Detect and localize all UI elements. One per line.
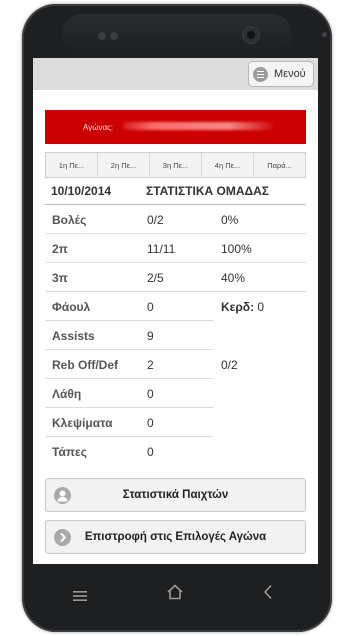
stat-value: 0	[147, 300, 154, 314]
stat-label: 3π	[52, 271, 68, 285]
stat-label: Κλεψίματα	[52, 416, 113, 430]
proximity-sensor	[322, 32, 327, 37]
stat-row-turnovers: Λάθη 0	[45, 379, 306, 408]
player-stats-button[interactable]: Στατιστικά Παιχτών	[45, 478, 306, 512]
stat-row-assists: Assists 9	[45, 321, 306, 350]
match-banner: Αγώνας:	[45, 110, 306, 144]
fouls-won-label: Κερδ:	[221, 300, 255, 314]
stat-value: 0/2	[147, 213, 164, 227]
tab-period-1[interactable]: 1η Πε...	[46, 153, 98, 177]
match-name-redacted	[123, 122, 273, 130]
stat-label: Reb Off/Def	[52, 358, 118, 372]
stat-value: 0	[147, 387, 154, 401]
stat-row-2pt: 2π 11/11 100%	[45, 234, 306, 263]
stat-row-free-throws: Βολές 0/2 0%	[45, 205, 306, 234]
android-nav-bar	[33, 572, 318, 620]
back-label: Επιστροφή στις Επιλογές Αγώνα	[84, 531, 267, 543]
stat-extra: 40%	[221, 271, 246, 285]
tab-period-3[interactable]: 3η Πε...	[150, 153, 202, 177]
app-screen: Μενού Αγώνας: 1η Πε... 2η Πε... 3η Πε...…	[33, 58, 318, 564]
tab-overtime[interactable]: Παρά...	[254, 153, 305, 177]
back-to-match-options-button[interactable]: Επιστροφή στις Επιλογές Αγώνα	[45, 520, 306, 554]
menu-lines-icon[interactable]	[73, 586, 87, 607]
stat-extra: 100%	[221, 242, 252, 256]
stat-value: 2/5	[147, 271, 164, 285]
back-arrow-icon[interactable]	[263, 584, 273, 605]
stat-row-3pt: 3π 2/5 40%	[45, 263, 306, 292]
front-camera	[244, 28, 258, 42]
speaker-dot	[110, 32, 118, 40]
stat-value: 11/11	[147, 242, 176, 256]
tab-period-4[interactable]: 4η Πε...	[202, 153, 254, 177]
menu-button-label: Μενού	[274, 68, 306, 80]
stat-label: Βολές	[52, 213, 87, 227]
player-stats-label: Στατιστικά Παιχτών	[122, 489, 229, 501]
stat-value: 9	[147, 329, 154, 343]
home-icon[interactable]	[166, 584, 184, 605]
stat-label: Φάουλ	[52, 300, 91, 314]
stat-row-fouls: Φάουλ 0 Κερδ: 0	[45, 292, 306, 321]
stat-extra: 0%	[221, 213, 239, 227]
stat-row-rebounds: Reb Off/Def 2 0/2	[45, 350, 306, 379]
stat-label: Assists	[52, 329, 95, 343]
tab-period-2[interactable]: 2η Πε...	[98, 153, 150, 177]
stat-label: Τάπες	[52, 445, 87, 459]
stat-extra: 0/2	[221, 358, 238, 372]
stats-title: ΣΤΑΤΙΣΤΙΚΑ ΟΜΑΔΑΣ	[146, 184, 269, 198]
top-bar: Μενού	[33, 58, 318, 90]
speaker-dot	[98, 32, 106, 40]
stat-row-blocks: Τάπες 0	[45, 437, 306, 466]
stat-value: 0	[147, 445, 154, 459]
stat-label: 2π	[52, 242, 68, 256]
stat-row-steals: Κλεψίματα 0	[45, 408, 306, 437]
stat-label: Λάθη	[52, 387, 82, 401]
menu-button[interactable]: Μενού	[248, 61, 314, 87]
stat-value: 2	[147, 358, 154, 372]
match-label: Αγώνας:	[83, 123, 114, 132]
fouls-won: Κερδ: 0	[221, 300, 264, 314]
hamburger-icon	[253, 66, 268, 82]
period-tabs: 1η Πε... 2η Πε... 3η Πε... 4η Πε... Παρά…	[45, 152, 306, 178]
match-date: 10/10/2014	[51, 184, 112, 198]
fouls-won-value: 0	[257, 300, 265, 314]
stat-value: 0	[147, 416, 154, 430]
